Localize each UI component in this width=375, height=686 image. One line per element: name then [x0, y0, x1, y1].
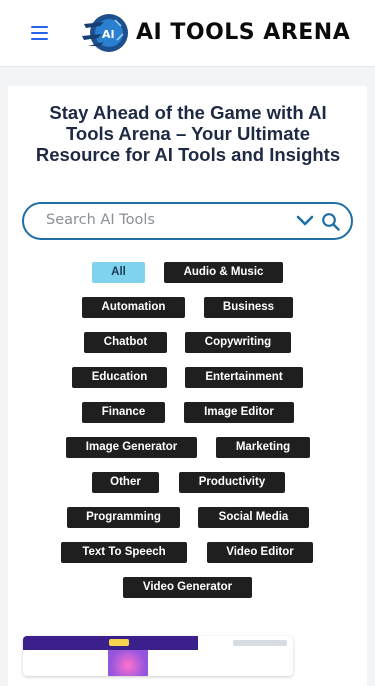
category-video-editor[interactable]: Video Editor [207, 542, 313, 563]
category-business[interactable]: Business [204, 297, 293, 318]
category-audio-music[interactable]: Audio & Music [164, 262, 283, 283]
category-other[interactable]: Other [92, 472, 159, 493]
site-header: AI AI TOOLS ARENA [0, 0, 375, 67]
category-marketing[interactable]: Marketing [216, 437, 310, 458]
search-icon[interactable] [321, 212, 341, 232]
category-productivity[interactable]: Productivity [179, 472, 285, 493]
category-automation[interactable]: Automation [82, 297, 185, 318]
main-card: Stay Ahead of the Game with AI Tools Are… [8, 86, 367, 686]
svg-text:AI: AI [102, 28, 115, 41]
logo-text: AI TOOLS ARENA [136, 20, 351, 45]
chevron-down-icon[interactable] [296, 214, 314, 228]
preview-bar [233, 640, 287, 646]
tool-preview-card[interactable] [23, 636, 293, 676]
search-input[interactable]: Search AI Tools [22, 202, 353, 240]
category-image-generator[interactable]: Image Generator [66, 437, 197, 458]
logo-icon: AI [82, 14, 128, 52]
hamburger-icon[interactable] [31, 26, 48, 40]
preview-banner [23, 636, 198, 650]
category-image-editor[interactable]: Image Editor [184, 402, 294, 423]
category-video-generator[interactable]: Video Generator [123, 577, 252, 598]
preview-image [108, 650, 148, 676]
category-programming[interactable]: Programming [67, 507, 180, 528]
category-finance[interactable]: Finance [82, 402, 165, 423]
category-education[interactable]: Education [72, 367, 167, 388]
category-all[interactable]: All [92, 262, 145, 283]
category-copywriting[interactable]: Copywriting [185, 332, 291, 353]
search-placeholder: Search AI Tools [46, 212, 155, 228]
category-text-to-speech[interactable]: Text To Speech [61, 542, 187, 563]
category-entertainment[interactable]: Entertainment [185, 367, 303, 388]
category-social-media[interactable]: Social Media [198, 507, 309, 528]
category-chatbot[interactable]: Chatbot [84, 332, 167, 353]
site-logo[interactable]: AI AI TOOLS ARENA [82, 10, 375, 56]
page-title: Stay Ahead of the Game with AI Tools Are… [35, 102, 341, 165]
